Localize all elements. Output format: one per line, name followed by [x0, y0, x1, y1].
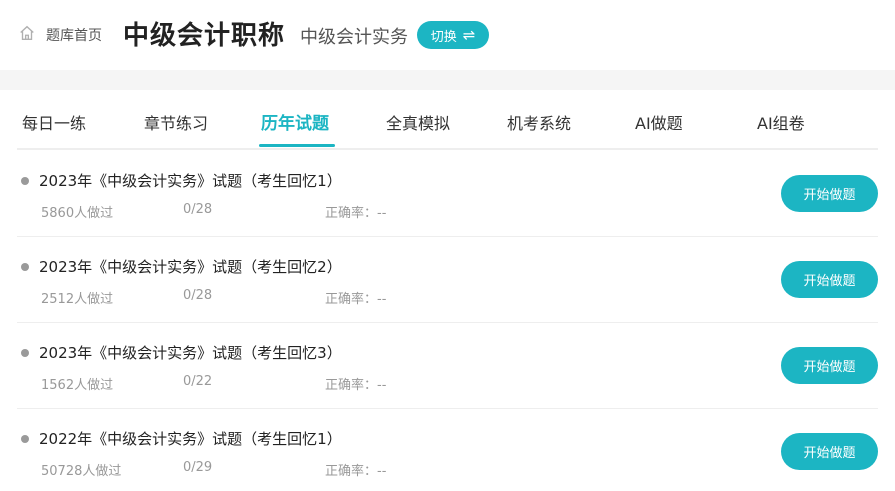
attempt-count: 50728人做过	[41, 464, 122, 479]
tab-daily-practice[interactable]: 每日一练	[22, 110, 86, 134]
switch-subject-button[interactable]: 切换 ⇌	[417, 21, 489, 49]
start-practice-button[interactable]: 开始做题	[781, 175, 878, 212]
exam-row: 2022年《中级会计实务》试题（考生回忆1） 50728人做过 0/29 正确率…	[17, 409, 878, 491]
tab-past-exams[interactable]: 历年试题	[261, 109, 329, 134]
exam-title[interactable]: 2023年《中级会计实务》试题（考生回忆1）	[39, 170, 342, 191]
tab-bar: 每日一练 章节练习 历年试题 全真模拟 机考系统 AI做题 AI组卷	[17, 90, 878, 150]
start-practice-button[interactable]: 开始做题	[781, 347, 878, 384]
accuracy: 正确率：--	[325, 206, 387, 221]
active-tab-indicator	[259, 144, 335, 147]
switch-label: 切换	[430, 29, 457, 45]
bullet-dot-icon	[21, 263, 29, 271]
page-title: 中级会计职称	[123, 21, 286, 51]
bullet-dot-icon	[21, 177, 29, 185]
attempt-count: 2512人做过	[41, 292, 114, 307]
exam-row: 2023年《中级会计实务》试题（考生回忆2） 2512人做过 0/28 正确率：…	[17, 237, 878, 323]
exam-row: 2023年《中级会计实务》试题（考生回忆3） 1562人做过 0/22 正确率：…	[17, 323, 878, 409]
bullet-dot-icon	[21, 435, 29, 443]
section-divider-band	[0, 70, 895, 90]
accuracy: 正确率：--	[325, 464, 387, 479]
exam-title[interactable]: 2023年《中级会计实务》试题（考生回忆3）	[39, 342, 342, 363]
progress: 0/22	[183, 374, 213, 389]
tab-ai-compose[interactable]: AI组卷	[757, 110, 805, 134]
tab-mock-exam[interactable]: 全真模拟	[386, 110, 450, 134]
subject-name: 中级会计实务	[300, 27, 408, 48]
swap-arrows-icon: ⇌	[462, 25, 476, 44]
tab-computer-exam[interactable]: 机考系统	[507, 110, 571, 134]
home-icon	[18, 24, 36, 46]
tab-ai-practice[interactable]: AI做题	[635, 110, 683, 134]
tab-chapter-practice[interactable]: 章节练习	[144, 110, 208, 134]
accuracy: 正确率：--	[325, 378, 387, 393]
progress: 0/28	[183, 288, 213, 303]
progress: 0/29	[183, 460, 213, 475]
attempt-count: 1562人做过	[41, 378, 114, 393]
exam-list: 2023年《中级会计实务》试题（考生回忆1） 5860人做过 0/28 正确率：…	[17, 151, 878, 491]
exam-row: 2023年《中级会计实务》试题（考生回忆1） 5860人做过 0/28 正确率：…	[17, 151, 878, 237]
start-practice-button[interactable]: 开始做题	[781, 261, 878, 298]
exam-title[interactable]: 2022年《中级会计实务》试题（考生回忆1）	[39, 428, 342, 449]
attempt-count: 5860人做过	[41, 206, 114, 221]
exam-title[interactable]: 2023年《中级会计实务》试题（考生回忆2）	[39, 256, 342, 277]
top-header: 题库首页 中级会计职称 中级会计实务 切换 ⇌	[0, 0, 895, 70]
home-link[interactable]: 题库首页	[18, 24, 102, 46]
progress: 0/28	[183, 202, 213, 217]
bullet-dot-icon	[21, 349, 29, 357]
accuracy: 正确率：--	[325, 292, 387, 307]
start-practice-button[interactable]: 开始做题	[781, 433, 878, 470]
home-label: 题库首页	[46, 28, 102, 44]
